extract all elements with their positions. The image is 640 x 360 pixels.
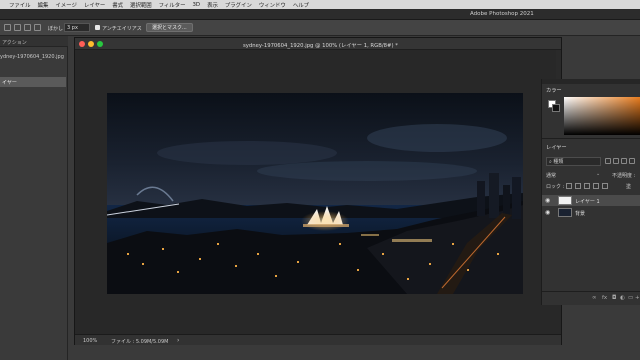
layers-footer: ∞ fx ◘ ◐ ▭ + <box>542 291 640 305</box>
layer-thumbnail <box>558 208 572 217</box>
layer-name[interactable]: 背景 <box>575 210 585 217</box>
add-mask-icon[interactable]: ◘ <box>612 295 616 301</box>
color-picker-field[interactable] <box>564 97 640 135</box>
chevron-down-icon[interactable]: ⌄ <box>596 171 600 177</box>
new-selection-icon[interactable] <box>4 24 11 31</box>
link-layers-icon[interactable]: ∞ <box>592 295 597 301</box>
opacity-label: 不透明度 : <box>612 173 636 179</box>
menu-layer[interactable]: レイヤー <box>84 1 105 9</box>
right-dock: カラー レイヤー ⌕ 種類 通常 ⌄ 不透明度 : ロック : 塗 ◉ レイヤー… <box>541 79 640 305</box>
layer-name[interactable]: レイヤー 1 <box>575 198 600 205</box>
status-bar: 100% ファイル : 5.09M/5.09M › <box>75 334 561 345</box>
options-bar: ぼかし : 3 px アンチエイリアス 選択とマスク... <box>0 20 640 36</box>
menu-window[interactable]: ウィンドウ <box>259 1 286 9</box>
zoom-level[interactable]: 100% <box>83 338 97 344</box>
layer-row-background[interactable]: ◉ 背景 <box>542 207 640 218</box>
panel-divider <box>542 138 640 139</box>
app-title: Adobe Photoshop 2021 <box>470 11 534 17</box>
panel-drag-strip[interactable] <box>542 79 640 84</box>
image-filter-icon[interactable] <box>605 158 611 164</box>
lock-label: ロック : <box>546 184 565 190</box>
fill-label: 塗 <box>626 184 632 190</box>
menu-filter[interactable]: フィルター <box>159 1 186 9</box>
menu-select[interactable]: 選択範囲 <box>130 1 152 9</box>
actions-tab[interactable]: アクション <box>0 36 68 47</box>
history-layer-label: イヤー <box>2 80 17 86</box>
layer-style-icon[interactable]: fx <box>602 295 607 301</box>
lock-transparent-icon[interactable] <box>566 183 572 189</box>
type-filter-icon[interactable] <box>621 158 627 164</box>
menu-bar: ファイル 編集 イメージ レイヤー 書式 選択範囲 フィルター 3D 表示 プラ… <box>0 0 640 9</box>
shape-filter-icon[interactable] <box>629 158 635 164</box>
new-layer-icon[interactable]: + <box>635 295 640 301</box>
history-layer-item[interactable]: イヤー <box>0 77 66 87</box>
intersect-selection-icon[interactable] <box>34 24 41 31</box>
adjustment-layer-icon[interactable]: ◐ <box>620 295 625 301</box>
menu-plugins[interactable]: プラグイン <box>225 1 252 9</box>
layer-thumbnail <box>558 196 572 205</box>
new-group-icon[interactable]: ▭ <box>628 295 633 301</box>
blend-mode-select[interactable]: 通常 <box>546 172 556 179</box>
photoshop-window: ファイル 編集 イメージ レイヤー 書式 選択範囲 フィルター 3D 表示 プラ… <box>0 0 640 360</box>
eye-icon[interactable]: ◉ <box>545 209 550 216</box>
subtract-selection-icon[interactable] <box>24 24 31 31</box>
menu-view[interactable]: 表示 <box>207 1 218 9</box>
document-title-bar[interactable]: sydney-1970604_1920.jpg @ 100% (レイヤー 1, … <box>75 38 561 50</box>
lock-image-icon[interactable] <box>575 183 581 189</box>
menu-file[interactable]: ファイル <box>9 1 31 9</box>
sydney-night-photo <box>107 93 523 294</box>
select-and-mask-button[interactable]: 選択とマスク... <box>146 23 193 32</box>
layers-panel-title[interactable]: レイヤー <box>546 144 567 151</box>
document-window: sydney-1970604_1920.jpg @ 100% (レイヤー 1, … <box>74 37 562 345</box>
color-panel-title[interactable]: カラー <box>546 87 562 94</box>
search-icon: ⌕ <box>549 159 552 165</box>
lock-all-icon[interactable] <box>602 183 608 189</box>
actions-tab-label: アクション <box>2 40 27 46</box>
menu-3d[interactable]: 3D <box>192 2 200 8</box>
layer-filter-value: 種類 <box>553 159 564 165</box>
document-title: sydney-1970604_1920.jpg @ 100% (レイヤー 1, … <box>243 43 398 49</box>
antialias-label: アンチエイリアス <box>102 26 142 32</box>
menu-help[interactable]: ヘルプ <box>293 1 309 9</box>
menu-edit[interactable]: 編集 <box>38 1 49 9</box>
background-swatch[interactable] <box>552 104 560 112</box>
history-doc-name[interactable]: ydney-1970604_1920.jpg <box>0 54 64 60</box>
layer-row-1[interactable]: ◉ レイヤー 1 <box>542 195 640 206</box>
add-selection-icon[interactable] <box>14 24 21 31</box>
close-window-icon[interactable] <box>79 41 85 47</box>
lock-position-icon[interactable] <box>584 183 590 189</box>
menu-type[interactable]: 書式 <box>112 1 123 9</box>
lock-artboard-icon[interactable] <box>593 183 599 189</box>
file-info: ファイル : 5.09M/5.09M <box>111 339 169 345</box>
minimize-window-icon[interactable] <box>88 41 94 47</box>
chevron-right-icon[interactable]: › <box>177 337 179 344</box>
zoom-window-icon[interactable] <box>97 41 103 47</box>
menu-image[interactable]: イメージ <box>55 1 76 9</box>
feather-input[interactable]: 3 px <box>64 23 90 32</box>
adjustment-filter-icon[interactable] <box>613 158 619 164</box>
antialias-checkbox[interactable] <box>95 25 100 30</box>
image-canvas[interactable] <box>107 93 523 294</box>
eye-icon[interactable]: ◉ <box>545 197 550 204</box>
layer-filter-select[interactable]: ⌕ 種類 <box>546 157 601 166</box>
application-bar: Adobe Photoshop 2021 <box>0 9 640 20</box>
